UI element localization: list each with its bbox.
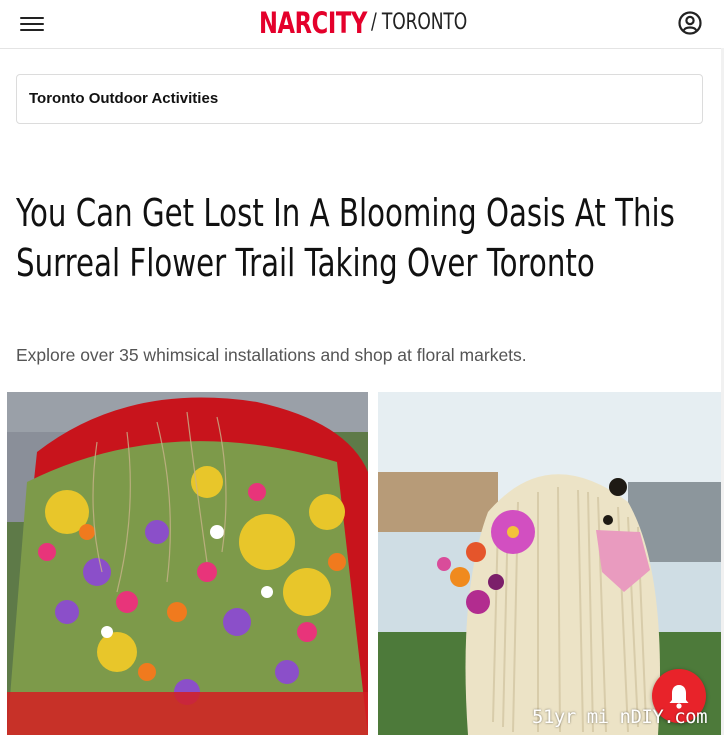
section-label[interactable]: / TORONTO (371, 8, 467, 38)
flower-car-installation-photo[interactable] (7, 392, 368, 735)
site-logo[interactable]: NARCITY (259, 4, 367, 42)
site-header: NARCITY / TORONTO (0, 0, 724, 49)
user-account-icon[interactable] (677, 10, 703, 36)
breadcrumb-link[interactable]: Toronto Outdoor Activities (29, 90, 218, 107)
watermark-text: 51yr mi nDIY.com (532, 706, 708, 728)
article-subtitle: Explore over 35 whimsical installations … (16, 345, 527, 365)
article-title: You Can Get Lost In A Blooming Oasis At … (16, 191, 675, 285)
breadcrumb: Toronto Outdoor Activities (16, 74, 703, 124)
hamburger-menu-icon[interactable] (20, 13, 44, 35)
